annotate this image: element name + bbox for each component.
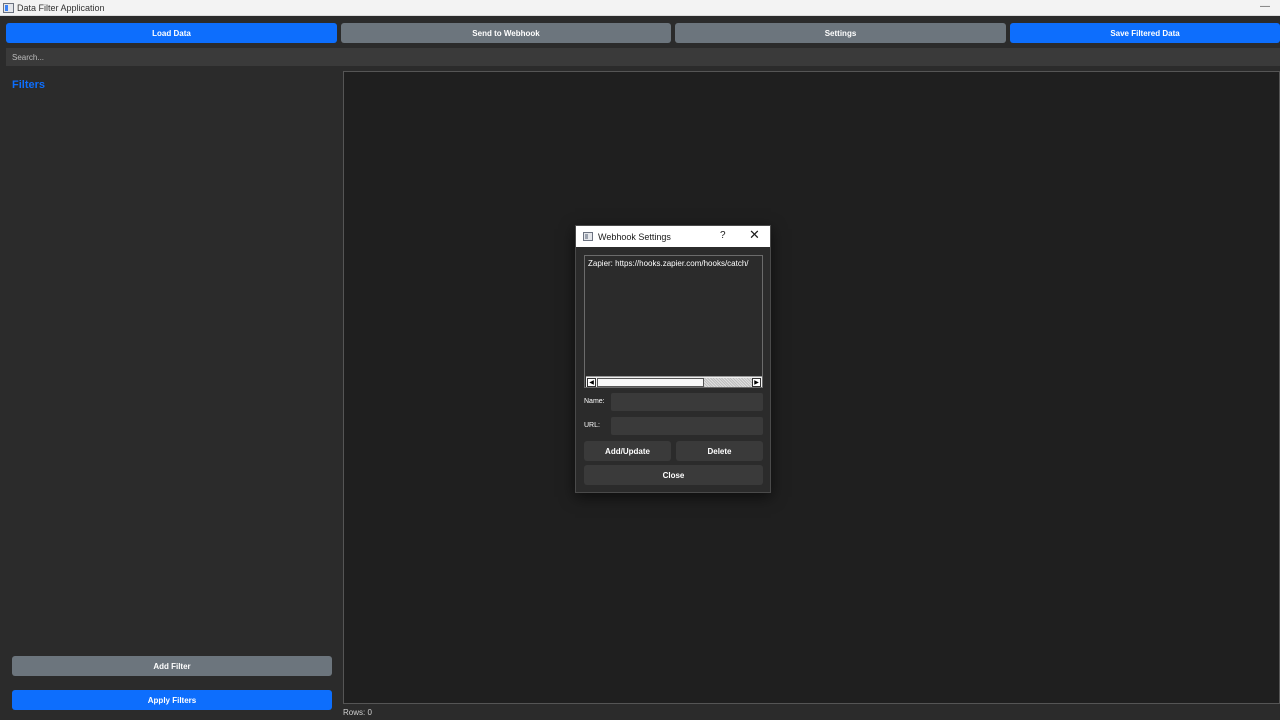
search-input[interactable]: Search... <box>6 48 1280 66</box>
delete-button[interactable]: Delete <box>676 441 763 461</box>
minimize-icon[interactable]: — <box>1260 2 1270 12</box>
send-to-webhook-button[interactable]: Send to Webhook <box>341 23 671 43</box>
settings-button[interactable]: Settings <box>675 23 1006 43</box>
close-button[interactable]: Close <box>584 465 763 485</box>
help-icon[interactable]: ? <box>720 230 726 241</box>
name-label: Name: <box>584 398 605 405</box>
name-field[interactable] <box>611 393 763 411</box>
scroll-right-icon[interactable]: ▶ <box>752 378 761 387</box>
scrollbar-thumb[interactable] <box>597 378 704 387</box>
data-table[interactable] <box>343 71 1280 704</box>
load-data-button[interactable]: Load Data <box>6 23 337 43</box>
filters-sidebar: Filters Add Filter Apply Filters <box>0 70 342 720</box>
toolbar: Load Data Send to Webhook Settings Save … <box>0 16 1280 48</box>
add-filter-button[interactable]: Add Filter <box>12 656 332 676</box>
dialog-title: Webhook Settings <box>598 231 671 242</box>
close-icon[interactable]: ✕ <box>749 228 760 242</box>
list-item[interactable]: Zapier: https://hooks.zapier.com/hooks/c… <box>588 259 749 268</box>
rows-count: Rows: 0 <box>343 708 372 717</box>
filters-title: Filters <box>12 79 46 91</box>
url-label: URL: <box>584 422 600 429</box>
horizontal-scrollbar[interactable]: ◀ ▶ <box>586 376 762 387</box>
dialog-titlebar: Webhook Settings ? ✕ <box>576 226 770 247</box>
apply-filters-button[interactable]: Apply Filters <box>12 690 332 710</box>
url-field[interactable] <box>611 417 763 435</box>
app-icon <box>3 2 14 13</box>
save-filtered-data-button[interactable]: Save Filtered Data <box>1010 23 1280 43</box>
add-update-button[interactable]: Add/Update <box>584 441 671 461</box>
webhook-list[interactable]: Zapier: https://hooks.zapier.com/hooks/c… <box>584 255 763 388</box>
webhook-settings-dialog: Webhook Settings ? ✕ Zapier: https://hoo… <box>575 225 771 493</box>
scroll-left-icon[interactable]: ◀ <box>587 378 596 387</box>
window-titlebar: Data Filter Application — <box>0 0 1280 16</box>
dialog-app-icon <box>583 232 593 241</box>
window-title: Data Filter Application <box>17 2 105 13</box>
